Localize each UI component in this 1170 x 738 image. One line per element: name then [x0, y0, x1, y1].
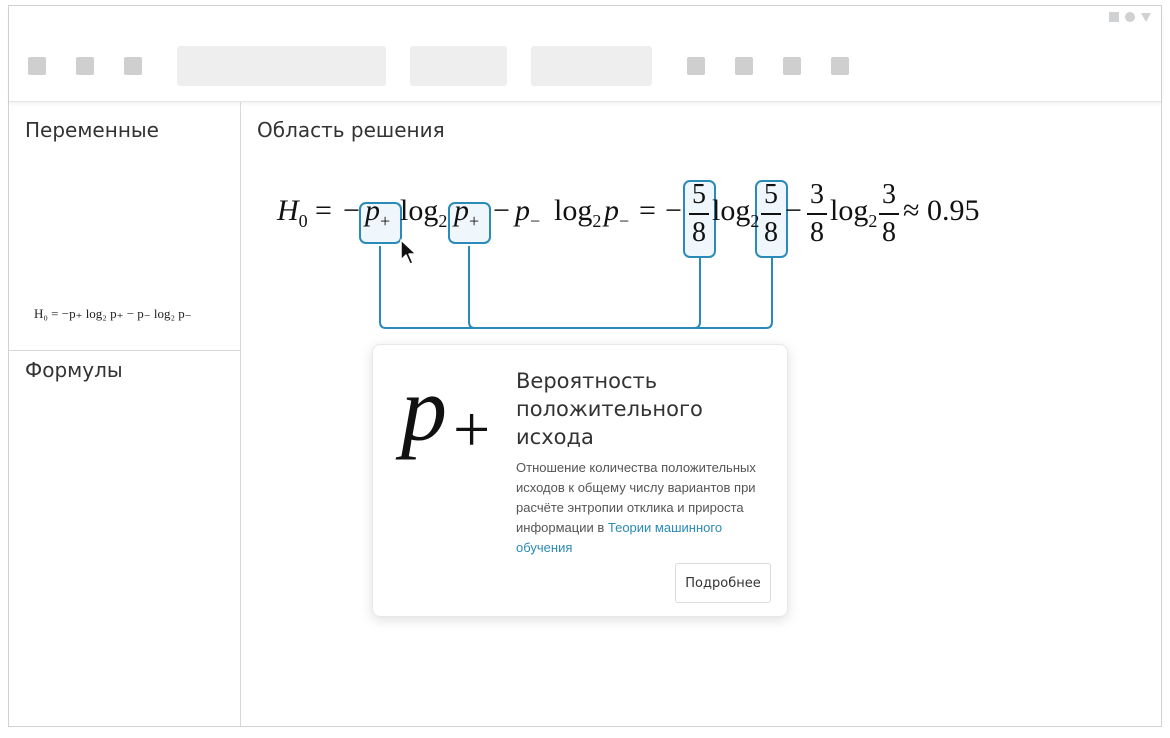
frac-denominator: 8: [882, 217, 896, 248]
more-details-button[interactable]: Подробнее: [675, 563, 771, 603]
term-p-plus-1[interactable]: p+: [365, 196, 390, 231]
frac-denominator: 8: [764, 217, 778, 248]
frac-bar: [761, 213, 781, 215]
tooltip-symbol-main: p: [401, 358, 447, 460]
approx-result: ≈ 0.95: [903, 194, 980, 227]
frac-numerator: 5: [692, 179, 706, 210]
frac-denominator: 8: [692, 217, 706, 248]
term-p-minus-1[interactable]: p−: [515, 196, 540, 231]
log2-2: log2: [554, 194, 602, 231]
log2-4: log2: [830, 194, 878, 231]
frac-bar: [689, 213, 709, 215]
minus-sign-2: −: [493, 194, 510, 227]
minus-sign-4: −: [785, 194, 802, 227]
tooltip-symbol-subscript: +: [453, 393, 491, 466]
equals-sign: =: [315, 194, 332, 227]
minus-sign-3: −: [665, 194, 682, 227]
frac-denominator: 8: [810, 217, 824, 248]
log2-3: log2: [712, 194, 760, 231]
tooltip-description: Отношение количества положительных исход…: [516, 458, 766, 558]
frac-numerator: 5: [764, 179, 778, 210]
term-p-plus-2[interactable]: p+: [454, 196, 479, 231]
log2-1: log2: [400, 194, 448, 231]
equation-lhs: H0: [277, 194, 308, 231]
frac-bar: [807, 213, 827, 215]
app-window: Переменные Формулы H₀ = −p₊ log₂ p₊ − p₋…: [8, 5, 1162, 727]
frac-numerator: 3: [810, 179, 824, 210]
term-p-minus-2[interactable]: p−: [604, 196, 629, 231]
variable-tooltip-card: p + Вероятность положительного исхода От…: [372, 344, 788, 617]
lhs-symbol: H: [277, 194, 299, 227]
equals-sign-2: =: [639, 194, 656, 227]
lhs-subscript: 0: [298, 211, 308, 231]
frac-bar: [879, 213, 899, 215]
tooltip-title: Вероятность положительного исхода: [516, 369, 703, 449]
frac-numerator: 3: [882, 179, 896, 210]
mouse-cursor-icon: [400, 239, 417, 265]
tooltip-symbol: p +: [401, 363, 490, 463]
minus-sign-1: −: [343, 194, 360, 227]
